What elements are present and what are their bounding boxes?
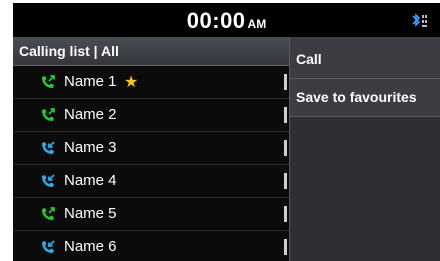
save-to-favourites-menu-item[interactable]: Save to favourites <box>290 79 440 117</box>
incoming-call-icon <box>42 141 55 154</box>
save-to-favourites-label: Save to favourites <box>296 89 417 105</box>
contact-name: Name 2 <box>64 106 117 123</box>
contact-name: Name 6 <box>64 238 117 255</box>
contact-name: Name 3 <box>64 139 117 156</box>
call-list-row[interactable]: Name 2 <box>13 99 289 132</box>
incoming-call-icon <box>42 240 55 253</box>
favourite-star-icon: ★ <box>124 74 139 91</box>
call-menu-label: Call <box>296 51 322 67</box>
contact-name: Name 4 <box>64 172 117 189</box>
head-unit-screen: 00:00 AM Calling list | All Name 1 ★ Name 2… <box>13 3 440 261</box>
bluetooth-signal-icon <box>412 13 427 27</box>
contact-name: Name 5 <box>64 205 117 222</box>
call-list-row[interactable]: Name 1 ★ <box>13 66 289 99</box>
clock-time: 00:00 <box>186 8 246 33</box>
outgoing-call-icon <box>42 207 55 220</box>
calling-list-title: Calling list | All <box>19 43 119 59</box>
call-menu-item[interactable]: Call <box>290 41 440 79</box>
outgoing-call-icon <box>42 75 55 88</box>
context-menu: Call Save to favourites <box>289 37 440 261</box>
truncated-detail <box>284 173 287 189</box>
truncated-detail <box>284 140 287 156</box>
menu-empty-area <box>290 117 440 261</box>
outgoing-call-icon <box>42 108 55 121</box>
status-bar: 00:00 AM <box>13 3 440 37</box>
contact-name: Name 1 <box>64 73 117 90</box>
call-list-row[interactable]: Name 6 <box>13 231 289 261</box>
call-list-row[interactable]: Name 3 <box>13 132 289 165</box>
calling-list: Name 1 ★ Name 2 Name 3 Name 4 Name 5 Name 6 <box>13 66 289 261</box>
clock-ampm: AM <box>247 17 267 31</box>
truncated-detail <box>284 74 287 90</box>
call-list-row[interactable]: Name 4 <box>13 165 289 198</box>
call-list-row[interactable]: Name 5 <box>13 198 289 231</box>
truncated-detail <box>284 206 287 222</box>
calling-list-header[interactable]: Calling list | All <box>13 37 289 66</box>
truncated-detail <box>284 239 287 255</box>
incoming-call-icon <box>42 174 55 187</box>
clock: 00:00 AM <box>13 8 440 34</box>
truncated-detail <box>284 107 287 123</box>
